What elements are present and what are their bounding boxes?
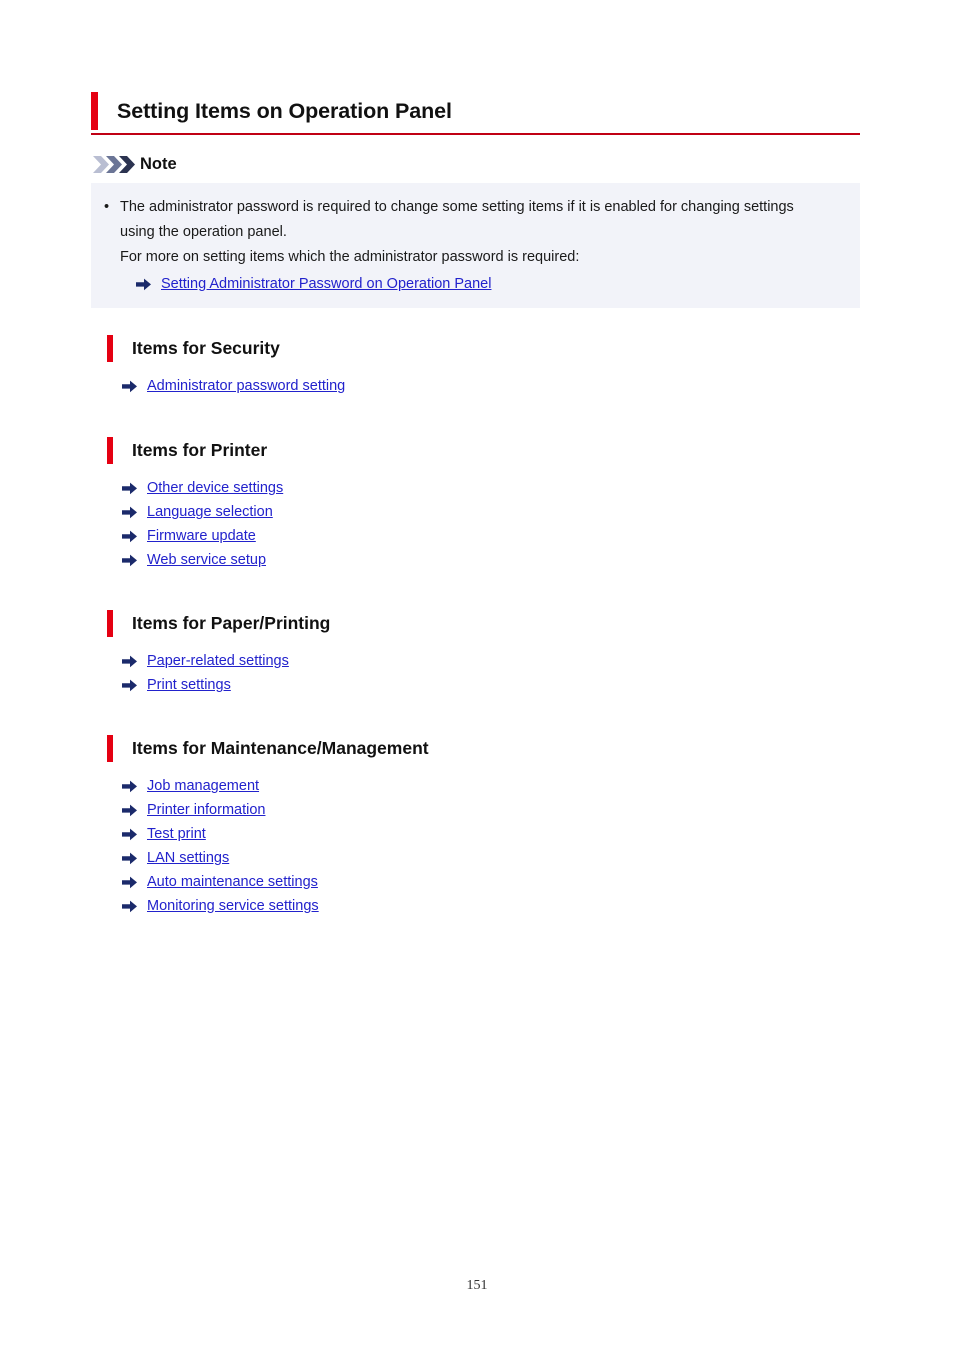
list-item[interactable]: Paper-related settings xyxy=(122,649,867,673)
page-title: Setting Items on Operation Panel xyxy=(117,99,452,123)
section-title: Items for Security xyxy=(132,338,280,358)
list-item[interactable]: Test print xyxy=(122,822,867,846)
section-heading: Items for Paper/Printing xyxy=(107,610,867,637)
section-accent-bar xyxy=(107,735,113,762)
link-lan-settings[interactable]: LAN settings xyxy=(147,848,229,868)
link-administrator-password-setting[interactable]: Administrator password setting xyxy=(147,376,345,396)
arrow-right-icon xyxy=(122,876,137,889)
note-label: Note xyxy=(140,155,177,173)
arrow-right-icon xyxy=(122,804,137,817)
note-box: • The administrator password is required… xyxy=(91,183,860,308)
arrow-right-icon xyxy=(122,530,137,543)
page-number: 151 xyxy=(466,1278,488,1293)
list-item[interactable]: Web service setup xyxy=(122,548,867,572)
section-items-for-maintenance-management: Items for Maintenance/Management Job man… xyxy=(107,735,867,918)
note-heading: Note xyxy=(93,155,177,174)
section-items-for-security: Items for Security Administrator passwor… xyxy=(107,335,867,398)
link-setting-administrator-password[interactable]: Setting Administrator Password on Operat… xyxy=(161,274,491,294)
arrow-right-icon xyxy=(122,482,137,495)
title-divider xyxy=(91,133,860,135)
title-accent-bar xyxy=(91,92,98,130)
arrow-right-icon xyxy=(122,852,137,865)
section-accent-bar xyxy=(107,610,113,637)
list-item[interactable]: Printer information xyxy=(122,798,867,822)
page-title-block: Setting Items on Operation Panel xyxy=(91,92,860,135)
link-job-management[interactable]: Job management xyxy=(147,776,259,796)
arrow-right-icon xyxy=(122,554,137,567)
link-web-service-setup[interactable]: Web service setup xyxy=(147,550,266,570)
section-link-list: Job management Printer information Test … xyxy=(107,774,867,918)
arrow-right-icon xyxy=(122,679,137,692)
section-title: Items for Printer xyxy=(132,440,268,460)
arrow-right-icon xyxy=(122,506,137,519)
section-link-list: Paper-related settings Print settings xyxy=(107,649,867,697)
section-title: Items for Paper/Printing xyxy=(132,613,331,633)
section-accent-bar xyxy=(107,437,113,464)
link-monitoring-service-settings[interactable]: Monitoring service settings xyxy=(147,896,319,916)
arrow-right-icon xyxy=(122,380,137,393)
document-page: Setting Items on Operation Panel Note • … xyxy=(0,0,954,1350)
section-heading: Items for Maintenance/Management xyxy=(107,735,867,762)
link-other-device-settings[interactable]: Other device settings xyxy=(147,478,283,498)
list-item[interactable]: Auto maintenance settings xyxy=(122,870,867,894)
link-auto-maintenance-settings[interactable]: Auto maintenance settings xyxy=(147,872,318,892)
section-heading: Items for Security xyxy=(107,335,867,362)
link-print-settings[interactable]: Print settings xyxy=(147,675,231,695)
arrow-right-icon xyxy=(122,900,137,913)
note-link-row[interactable]: Setting Administrator Password on Operat… xyxy=(136,274,491,294)
section-heading: Items for Printer xyxy=(107,437,867,464)
link-firmware-update[interactable]: Firmware update xyxy=(147,526,256,546)
note-bullet-item: • The administrator password is required… xyxy=(104,195,844,245)
triple-chevron-icon xyxy=(93,155,135,174)
list-item[interactable]: Print settings xyxy=(122,673,867,697)
arrow-right-icon xyxy=(122,780,137,793)
section-link-list: Other device settings Language selection… xyxy=(107,476,867,572)
link-language-selection[interactable]: Language selection xyxy=(147,502,273,522)
arrow-right-icon xyxy=(136,278,151,291)
page-title-row: Setting Items on Operation Panel xyxy=(91,92,860,130)
section-items-for-printer: Items for Printer Other device settings … xyxy=(107,437,867,572)
list-item[interactable]: Other device settings xyxy=(122,476,867,500)
section-title: Items for Maintenance/Management xyxy=(132,738,429,758)
section-items-for-paper-printing: Items for Paper/Printing Paper-related s… xyxy=(107,610,867,697)
arrow-right-icon xyxy=(122,828,137,841)
list-item[interactable]: Language selection xyxy=(122,500,867,524)
note-paragraph-2: For more on setting items which the admi… xyxy=(120,249,580,265)
arrow-right-icon xyxy=(122,655,137,668)
section-accent-bar xyxy=(107,335,113,362)
link-paper-related-settings[interactable]: Paper-related settings xyxy=(147,651,289,671)
link-test-print[interactable]: Test print xyxy=(147,824,206,844)
section-link-list: Administrator password setting xyxy=(107,374,867,398)
list-item[interactable]: Job management xyxy=(122,774,867,798)
list-item[interactable]: Monitoring service settings xyxy=(122,894,867,918)
link-printer-information[interactable]: Printer information xyxy=(147,800,265,820)
note-bullet-marker: • xyxy=(104,199,110,215)
list-item[interactable]: Administrator password setting xyxy=(122,374,867,398)
note-paragraph-1: The administrator password is required t… xyxy=(120,199,794,240)
list-item[interactable]: LAN settings xyxy=(122,846,867,870)
list-item[interactable]: Firmware update xyxy=(122,524,867,548)
